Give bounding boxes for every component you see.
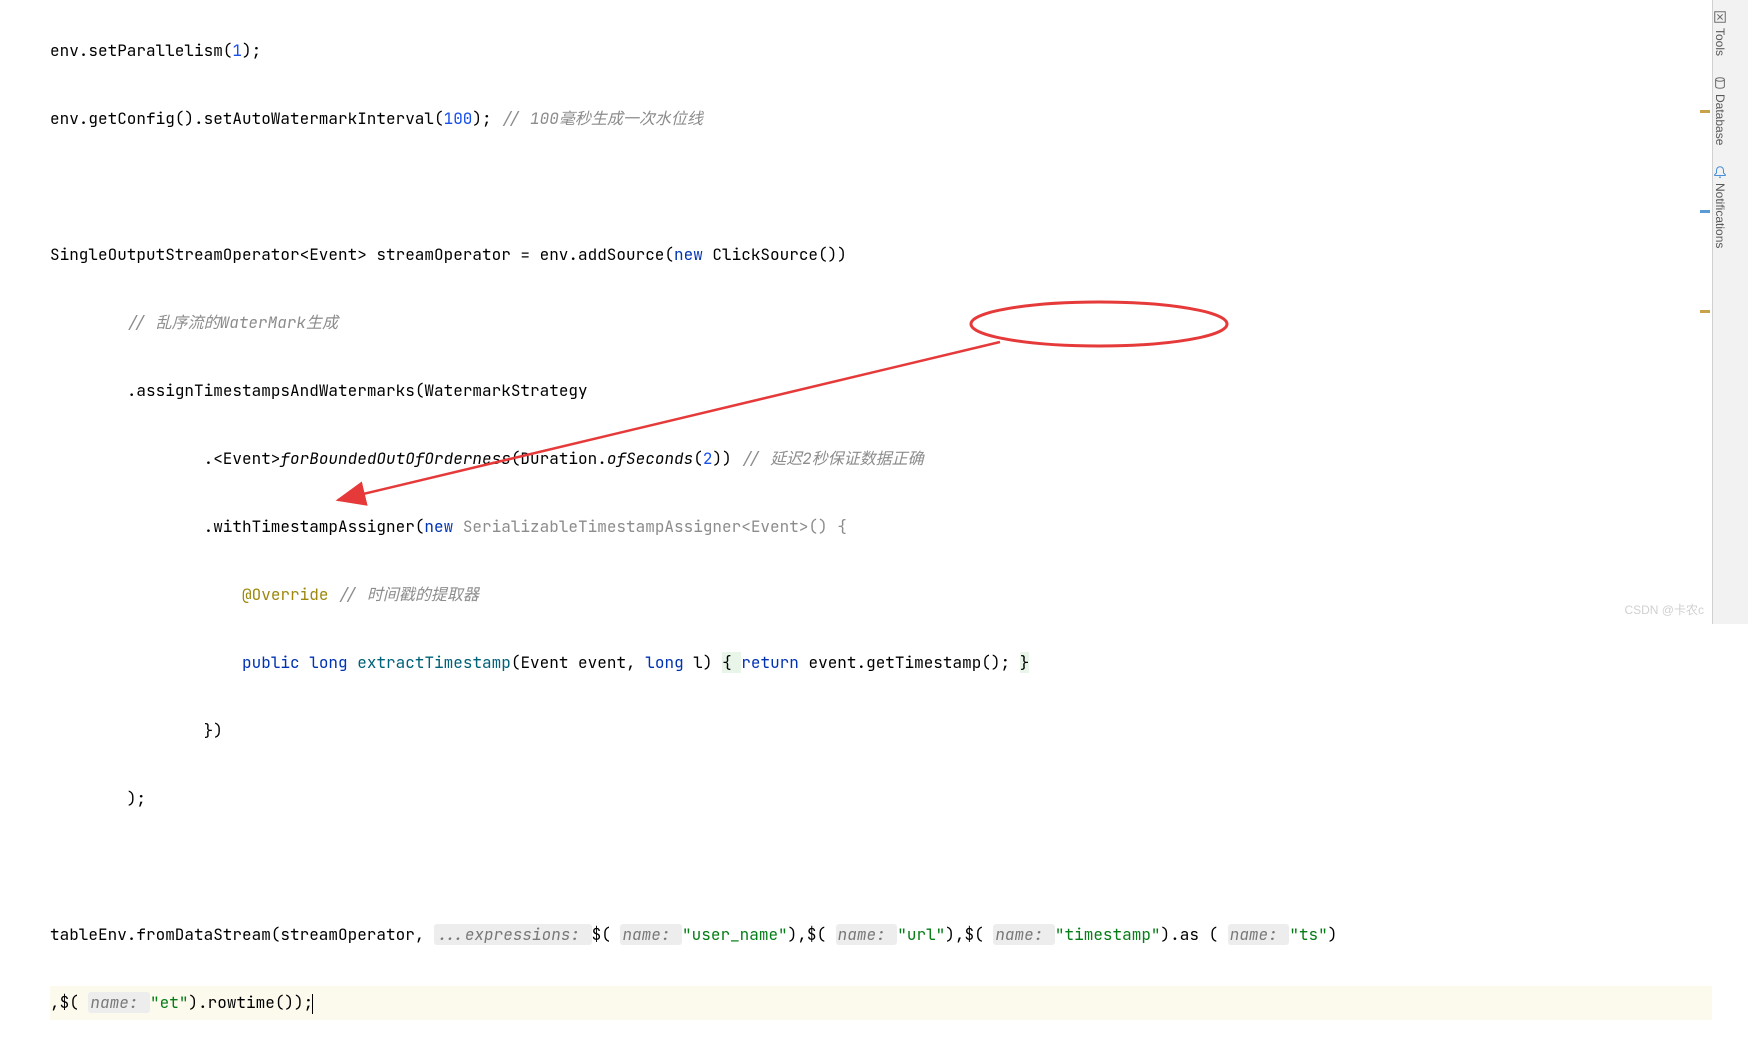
param-hint: name: <box>993 924 1055 945</box>
tool-tab-notifications[interactable]: Notifications <box>1713 155 1727 258</box>
right-tool-strip: Tools Database Notifications <box>1712 0 1748 624</box>
param-hint: ...expressions: <box>434 924 592 945</box>
code-comment: // 乱序流的WaterMark生成 <box>127 312 338 333</box>
code-comment: // 延迟2秒保证数据正确 <box>741 448 923 469</box>
code-text: env.setParallelism( <box>50 40 232 61</box>
tool-tab-database[interactable]: Database <box>1713 66 1727 155</box>
text-caret <box>312 994 313 1014</box>
database-icon <box>1713 76 1727 90</box>
param-hint: name: <box>88 992 150 1013</box>
warning-marker[interactable] <box>1700 110 1710 113</box>
code-comment: // 时间戳的提取器 <box>328 584 478 605</box>
code-text: .assignTimestampsAndWatermarks(Watermark… <box>127 380 588 401</box>
tools-icon <box>1713 10 1727 24</box>
tool-tab-label: Tools <box>1713 28 1727 56</box>
notifications-icon <box>1713 165 1727 179</box>
code-text: SingleOutputStreamOperator<Event> stream… <box>50 244 674 265</box>
param-hint: name: <box>836 924 898 945</box>
code-text: env.getConfig().setAutoWatermarkInterval… <box>50 108 444 129</box>
tool-tab-tools[interactable]: Tools <box>1713 0 1727 66</box>
highlighted-expression: event.getTimestamp(); <box>799 652 1020 673</box>
current-line: ,$( name: "et").rowtime()); <box>50 986 1712 1020</box>
info-marker[interactable] <box>1700 210 1710 213</box>
watermark-text: CSDN @卡农c <box>1624 601 1704 618</box>
annotation: @Override <box>242 584 328 605</box>
code-comment: // 100毫秒生成一次水位线 <box>501 108 703 129</box>
tool-tab-label: Database <box>1713 94 1727 145</box>
param-hint: name: <box>620 924 682 945</box>
code-editor[interactable]: env.setParallelism(1); env.getConfig().s… <box>0 0 1712 624</box>
tool-tab-label: Notifications <box>1713 183 1727 248</box>
param-hint: name: <box>1228 924 1290 945</box>
warning-marker[interactable] <box>1700 310 1710 313</box>
editor-gutter-strip <box>1698 0 1712 624</box>
